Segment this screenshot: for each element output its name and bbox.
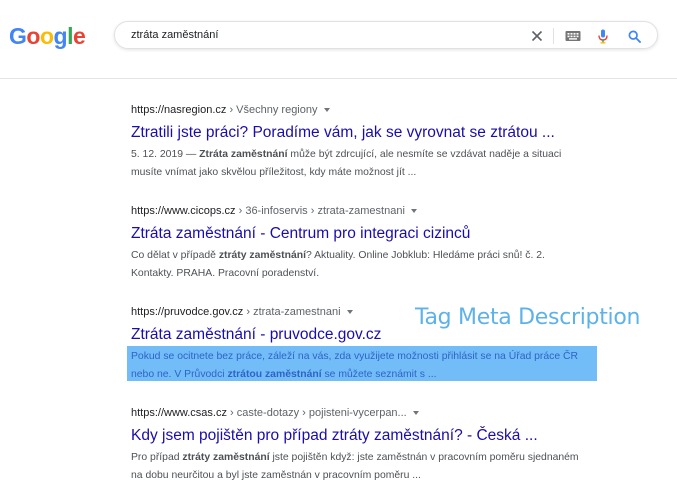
chevron-down-icon[interactable] [323, 108, 330, 113]
result-path: › ztrata-zamestnani [243, 306, 341, 318]
result-snippet: 5. 12. 2019 — Ztráta zaměstnání může být… [131, 146, 586, 182]
search-result: https://www.csas.cz › caste-dotazy › poj… [131, 406, 586, 485]
search-result: https://www.cicops.cz › 36-infoservis › … [131, 204, 586, 283]
result-url[interactable]: https://nasregion.cz › Všechny regiony [131, 103, 586, 117]
keyboard-icon[interactable] [564, 27, 582, 45]
result-path: › caste-dotazy › pojisteni-vycerpan... [226, 407, 407, 419]
logo-letter: g [53, 23, 68, 49]
logo-letter: e [72, 23, 86, 49]
result-title[interactable]: Ztratili jste práci? Poradíme vám, jak s… [131, 123, 586, 143]
search-box [114, 21, 658, 49]
result-title[interactable]: Kdy jsem pojištěn pro případ ztráty zamě… [131, 426, 586, 446]
snippet-keyword: ztrátou zaměstnání [227, 369, 322, 380]
close-icon[interactable] [528, 27, 546, 45]
result-domain: https://www.csas.cz [131, 407, 227, 419]
search-icon[interactable] [625, 27, 643, 45]
snippet-keyword: ztráty zaměstnání [182, 452, 270, 463]
result-path: › Všechny regiony [226, 104, 318, 116]
result-snippet: Pokud se ocitnete bez práce, záleží na v… [131, 348, 586, 384]
annotation-label: Tag Meta Description [415, 305, 641, 330]
result-title[interactable]: Ztráta zaměstnání - Centrum pro integrac… [131, 224, 586, 244]
result-url[interactable]: https://www.csas.cz › caste-dotazy › poj… [131, 406, 586, 420]
result-domain: https://pruvodce.gov.cz [131, 306, 244, 318]
snippet-keyword: Ztráta zaměstnání [199, 149, 288, 160]
divider [553, 28, 554, 44]
result-domain: https://www.cicops.cz [131, 205, 236, 217]
microphone-icon[interactable] [594, 27, 612, 45]
logo-letter: o [26, 23, 40, 49]
logo-letter: o [39, 23, 54, 49]
chevron-down-icon[interactable] [410, 209, 417, 214]
search-input[interactable] [131, 25, 511, 45]
snippet-text: Pro případ [131, 452, 183, 463]
google-logo[interactable]: Google [9, 22, 86, 50]
result-domain: https://nasregion.cz [131, 104, 227, 116]
logo-letter: G [9, 23, 27, 49]
chevron-down-icon[interactable] [412, 411, 419, 416]
chevron-down-icon[interactable] [346, 310, 353, 315]
result-url[interactable]: https://www.cicops.cz › 36-infoservis › … [131, 204, 586, 218]
search-result: https://nasregion.cz › Všechny regiony Z… [131, 103, 586, 182]
snippet-text: Co dělat v případě [131, 250, 219, 261]
result-snippet: Pro případ ztráty zaměstnání jste pojišt… [131, 449, 586, 485]
search-header: Google [0, 0, 677, 79]
snippet-keyword: ztráty zaměstnání [218, 250, 307, 261]
result-path: › 36-infoservis › ztrata-zamestnani [235, 205, 405, 217]
result-snippet: Co dělat v případě ztráty zaměstnání? Ak… [131, 247, 586, 283]
snippet-text: se můžete seznámit s ... [321, 369, 437, 380]
snippet-text: 5. 12. 2019 — [131, 149, 200, 160]
